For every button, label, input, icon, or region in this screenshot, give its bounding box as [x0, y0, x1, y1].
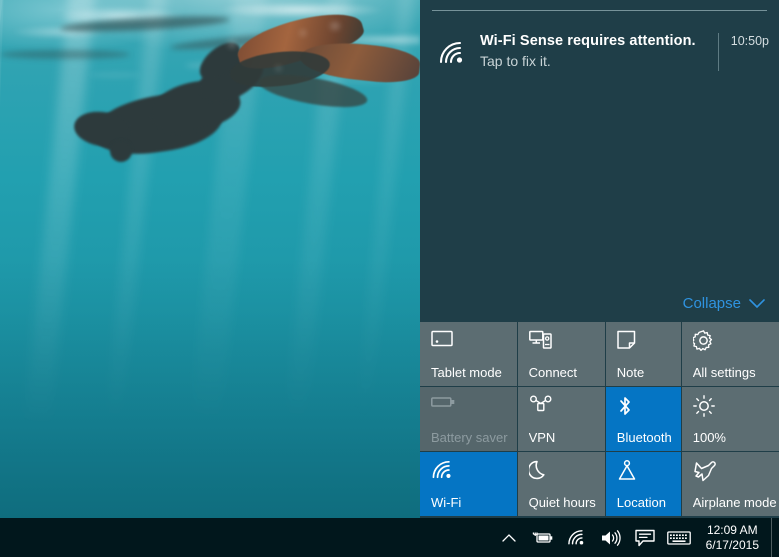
- volume-icon[interactable]: [594, 518, 628, 557]
- battery-icon: [431, 395, 508, 419]
- desktop-wallpaper[interactable]: [0, 0, 420, 518]
- quick-action-label: 100%: [692, 430, 726, 445]
- show-desktop-button[interactable]: [771, 518, 779, 557]
- quick-action-label: Tablet mode: [431, 365, 502, 380]
- quick-action-battery-saver: Battery saver: [420, 387, 517, 451]
- quick-action-location[interactable]: Location: [605, 452, 681, 516]
- bluetooth-icon: [617, 395, 672, 419]
- connect-icon: [528, 330, 596, 354]
- quick-action-connect[interactable]: Connect: [517, 322, 605, 386]
- notification-item[interactable]: Wi-Fi Sense requires attention. Tap to f…: [420, 20, 779, 86]
- quick-action-label: Bluetooth: [616, 430, 672, 445]
- collapse-label: Collapse: [682, 295, 741, 312]
- quick-action-vpn[interactable]: VPN: [517, 387, 605, 451]
- notification-title: Wi-Fi Sense requires attention.: [480, 33, 696, 49]
- clock-time: 12:09 AM: [706, 522, 758, 537]
- action-center-icon[interactable]: [628, 518, 662, 557]
- collapse-row: Collapse: [420, 295, 779, 322]
- quick-action-wifi[interactable]: Wi-Fi: [420, 452, 517, 516]
- taskbar: 12:09 AM 6/17/2015: [0, 518, 779, 557]
- chevron-down-icon: [749, 298, 765, 309]
- quick-action-bluetooth[interactable]: Bluetooth: [605, 387, 681, 451]
- quick-action-label: Note: [616, 365, 645, 380]
- notification-subtitle: Tap to fix it.: [480, 53, 551, 69]
- quick-action-airplane-mode[interactable]: Airplane mode: [681, 452, 779, 516]
- notification-body: Wi-Fi Sense requires attention. Tap to f…: [474, 30, 712, 71]
- quick-action-label: Quiet hours: [528, 495, 596, 510]
- vpn-icon: [529, 395, 596, 419]
- quick-action-quiet-hours[interactable]: Quiet hours: [517, 452, 605, 516]
- quick-action-label: Airplane mode: [692, 495, 777, 510]
- gear-icon: [692, 330, 777, 354]
- quick-action-tablet-mode[interactable]: Tablet mode: [420, 322, 517, 386]
- system-tray: 12:09 AM 6/17/2015: [492, 518, 779, 557]
- clock-date: 6/17/2015: [705, 537, 759, 552]
- notification-time-wrap: 10:50p: [717, 33, 769, 71]
- location-icon: [617, 460, 672, 484]
- quick-action-label: Wi-Fi: [431, 495, 462, 510]
- notification-time: 10:50p: [730, 34, 769, 48]
- quick-action-note[interactable]: Note: [605, 322, 681, 386]
- quick-action-label: VPN: [528, 430, 556, 445]
- moon-icon: [528, 460, 596, 484]
- airplane-icon: [693, 460, 777, 484]
- action-center-panel: Wi-Fi Sense requires attention. Tap to f…: [420, 0, 779, 518]
- quick-action-label: Connect: [528, 365, 578, 380]
- quick-action-label: Location: [616, 495, 666, 510]
- brightness-icon: [692, 395, 777, 419]
- collapse-button[interactable]: Collapse: [683, 295, 765, 312]
- quick-action-label: Battery saver: [431, 430, 508, 445]
- touch-keyboard-icon[interactable]: [662, 518, 696, 557]
- panel-empty-space: [420, 86, 779, 295]
- quick-action-brightness[interactable]: 100%: [681, 387, 779, 451]
- notification-list: Wi-Fi Sense requires attention. Tap to f…: [420, 11, 779, 86]
- wifi-icon: [431, 460, 508, 484]
- show-hidden-icons-icon[interactable]: [492, 518, 526, 557]
- battery-icon[interactable]: [526, 518, 560, 557]
- quick-action-label: All settings: [692, 365, 756, 380]
- quick-actions-grid: Tablet mode Connect Note All settings Ba…: [420, 322, 779, 518]
- note-icon: [617, 330, 672, 354]
- quick-action-all-settings[interactable]: All settings: [681, 322, 779, 386]
- screen: Wi-Fi Sense requires attention. Tap to f…: [0, 0, 779, 557]
- taskbar-clock[interactable]: 12:09 AM 6/17/2015: [696, 518, 771, 557]
- wifi-icon[interactable]: [560, 518, 594, 557]
- wifi-sense-icon: [432, 32, 474, 74]
- tablet-mode-icon: [431, 330, 508, 354]
